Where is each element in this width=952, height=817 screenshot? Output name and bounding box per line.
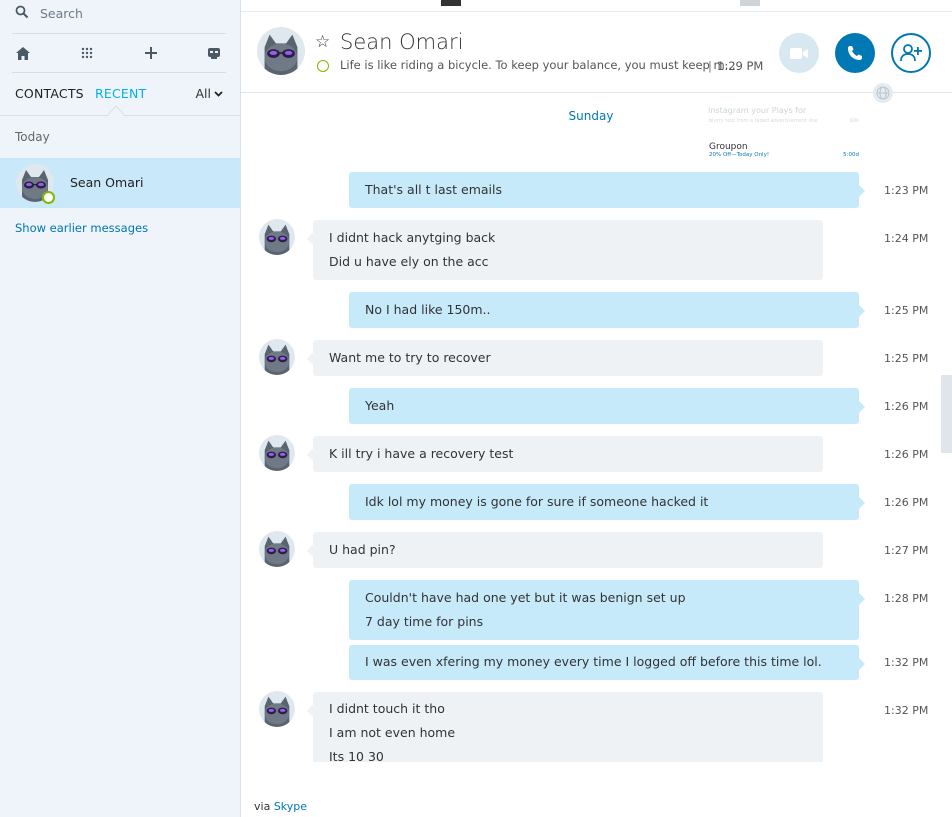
video-camera-icon (790, 47, 808, 59)
separator: | (708, 59, 712, 73)
phone-icon (848, 46, 862, 60)
message-text: 7 day time for pins (365, 614, 484, 629)
via-prefix: via (254, 800, 271, 813)
message-timestamp: 1:23 PM (884, 184, 929, 197)
search-bar[interactable] (0, 0, 240, 26)
mood-message: Life is like riding a bicycle. To keep y… (340, 58, 736, 72)
avatar (259, 435, 295, 474)
home-icon[interactable] (12, 42, 34, 64)
filter-dropdown[interactable]: All (196, 86, 224, 101)
message-timestamp: 1:26 PM (884, 496, 929, 509)
ad-subtitle: 20% Off—Today Only! (709, 152, 770, 158)
message-text: Did u have ely on the acc (329, 254, 489, 269)
message-bubble-incoming[interactable]: I didnt hack anytging back Did u have el… (307, 220, 823, 280)
add-people-button[interactable] (891, 33, 931, 73)
scrollbar-thumb[interactable] (941, 375, 952, 453)
message-text: I was even xfering my money every time I… (365, 654, 822, 669)
sidebar-tabs: CONTACTS RECENT All (0, 80, 240, 123)
filter-label: All (195, 86, 212, 101)
search-icon (15, 5, 29, 22)
tab-contacts[interactable]: CONTACTS (15, 86, 84, 101)
dialpad-icon[interactable] (76, 42, 98, 64)
bot-icon[interactable] (203, 42, 225, 64)
message-bubble-outgoing[interactable]: Couldn't have had one yet but it was ben… (349, 580, 865, 640)
message-bubble-outgoing[interactable]: No I had like 150m.. (349, 292, 865, 328)
contact-name: Sean Omari (70, 175, 144, 190)
contact-list-item[interactable]: Sean Omari (0, 158, 240, 208)
message-timestamp: 1:24 PM (884, 232, 929, 245)
message-timestamp: 1:26 PM (884, 400, 929, 413)
message-text: K ill try i have a recovery test (329, 446, 514, 461)
message-text: No I had like 150m.. (365, 302, 491, 317)
message-bubble-outgoing[interactable]: That's all t last emails (349, 172, 865, 208)
ad-title: Groupon (709, 142, 748, 152)
skype-link[interactable]: Skype (274, 800, 307, 813)
conversation-header: ☆ Sean Omari Life is like riding a bicyc… (241, 13, 952, 93)
message-timestamp: 1:25 PM (884, 304, 929, 317)
globe-icon (873, 83, 893, 103)
search-input[interactable] (40, 3, 230, 23)
avatar[interactable] (257, 27, 305, 78)
message-bubble-outgoing[interactable]: I was even xfering my money every time I… (349, 645, 865, 680)
message-text: Yeah (365, 398, 395, 413)
tab-indicator (107, 105, 125, 123)
message-text: I didnt touch it tho (329, 701, 445, 716)
divider (12, 72, 226, 73)
avatar (259, 691, 295, 730)
add-person-icon (900, 44, 922, 62)
message-text: Want me to try to recover (329, 350, 491, 365)
section-label: Today (15, 130, 50, 144)
message-timestamp: 1:27 PM (884, 544, 929, 557)
avatar (259, 531, 295, 570)
message-text: I am not even home (329, 725, 456, 740)
message-timestamp: 1:32 PM (884, 704, 929, 717)
thumbnail (740, 0, 760, 6)
ad-ghost-text: Instagram your Plays for (708, 106, 807, 115)
presence-indicator (317, 60, 329, 72)
chevron-down-icon (214, 90, 223, 97)
message-bubble-incoming[interactable]: U had pin? (307, 532, 823, 568)
message-timestamp: 1:28 PM (884, 592, 929, 605)
sidebar: CONTACTS RECENT All Today (0, 0, 241, 817)
avatar (259, 339, 295, 378)
video-call-button[interactable] (779, 33, 819, 73)
top-strip (241, 0, 952, 12)
avatar (259, 219, 295, 258)
message-text: That's all t last emails (365, 182, 502, 197)
ad-ghost-text: blurry text from a faded advertisement l… (709, 118, 818, 124)
presence-indicator (42, 191, 55, 204)
composer-area (241, 762, 941, 792)
sidebar-nav (0, 36, 240, 70)
message-text: U had pin? (329, 542, 396, 557)
tab-recent[interactable]: RECENT (95, 86, 146, 101)
message-bubble-incoming[interactable]: K ill try i have a recovery test (307, 436, 823, 472)
ad-ghost-price: $9k (849, 118, 859, 124)
message-timestamp: 1:32 PM (884, 656, 929, 669)
plus-icon[interactable] (140, 42, 162, 64)
message-bubble-incoming[interactable]: Want me to try to recover (307, 340, 823, 376)
divider (12, 33, 226, 34)
last-seen-time: 1:29 PM (717, 59, 764, 73)
show-earlier-link[interactable]: Show earlier messages (15, 221, 148, 235)
message-bubble-outgoing[interactable]: Yeah (349, 388, 865, 424)
message-text: Idk lol my money is gone for sure if som… (365, 494, 709, 509)
thumbnail (441, 0, 461, 6)
message-timestamp: 1:25 PM (884, 352, 929, 365)
message-timestamp: 1:26 PM (884, 448, 929, 461)
message-text: Couldn't have had one yet but it was ben… (365, 590, 686, 605)
message-text: I didnt hack anytging back (329, 230, 496, 245)
audio-call-button[interactable] (835, 33, 875, 73)
via-footer: via Skype (254, 800, 307, 813)
ad-price: 5:00d (843, 152, 859, 158)
favorite-star-icon[interactable]: ☆ (315, 32, 330, 52)
conversation-title: Sean Omari (340, 30, 464, 54)
conversation-pane: ☆ Sean Omari Life is like riding a bicyc… (241, 0, 952, 817)
message-bubble-outgoing[interactable]: Idk lol my money is gone for sure if som… (349, 484, 865, 520)
advertisement[interactable]: Instagram your Plays for blurry text fro… (708, 106, 861, 162)
